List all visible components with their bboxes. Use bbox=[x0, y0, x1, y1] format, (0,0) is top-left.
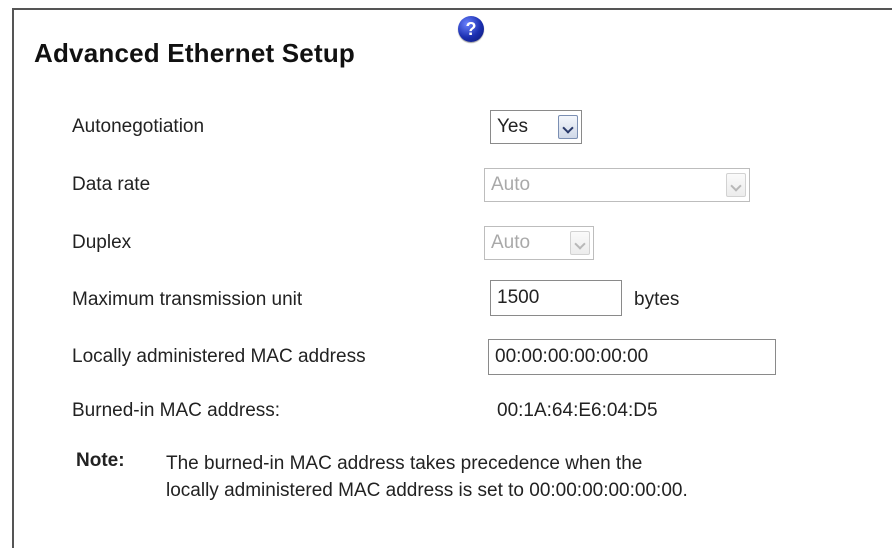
data-rate-select[interactable]: Auto bbox=[484, 168, 750, 202]
autonegotiation-value: Yes bbox=[497, 116, 528, 137]
chevron-down-icon[interactable] bbox=[558, 115, 578, 139]
duplex-value: Auto bbox=[491, 232, 531, 253]
data-rate-label: Data rate bbox=[72, 174, 151, 195]
data-rate-value: Auto bbox=[491, 174, 531, 195]
duplex-select[interactable]: Auto bbox=[484, 226, 594, 260]
duplex-label: Duplex bbox=[72, 232, 132, 253]
local-mac-label: Locally administered MAC address bbox=[72, 346, 366, 367]
note-line-1: The burned-in MAC address takes preceden… bbox=[166, 453, 643, 474]
mtu-unit: bytes bbox=[634, 289, 680, 310]
autonegotiation-select[interactable]: Yes bbox=[490, 110, 582, 144]
page-title: Advanced Ethernet Setup bbox=[34, 38, 355, 68]
chevron-down-icon[interactable] bbox=[570, 231, 590, 255]
chevron-down-icon[interactable] bbox=[726, 173, 746, 197]
note-text: The burned-in MAC address takes preceden… bbox=[166, 450, 886, 504]
note-label: Note: bbox=[76, 450, 125, 471]
burned-mac-value: 00:1A:64:E6:04:D5 bbox=[497, 400, 658, 421]
mtu-label: Maximum transmission unit bbox=[72, 289, 303, 310]
help-icon[interactable]: ? bbox=[458, 16, 484, 42]
autonegotiation-label: Autonegotiation bbox=[72, 116, 205, 137]
note-line-2: locally administered MAC address is set … bbox=[166, 480, 688, 501]
mtu-input[interactable] bbox=[490, 280, 622, 316]
local-mac-input[interactable] bbox=[488, 339, 776, 375]
burned-mac-label: Burned-in MAC address: bbox=[72, 400, 281, 421]
